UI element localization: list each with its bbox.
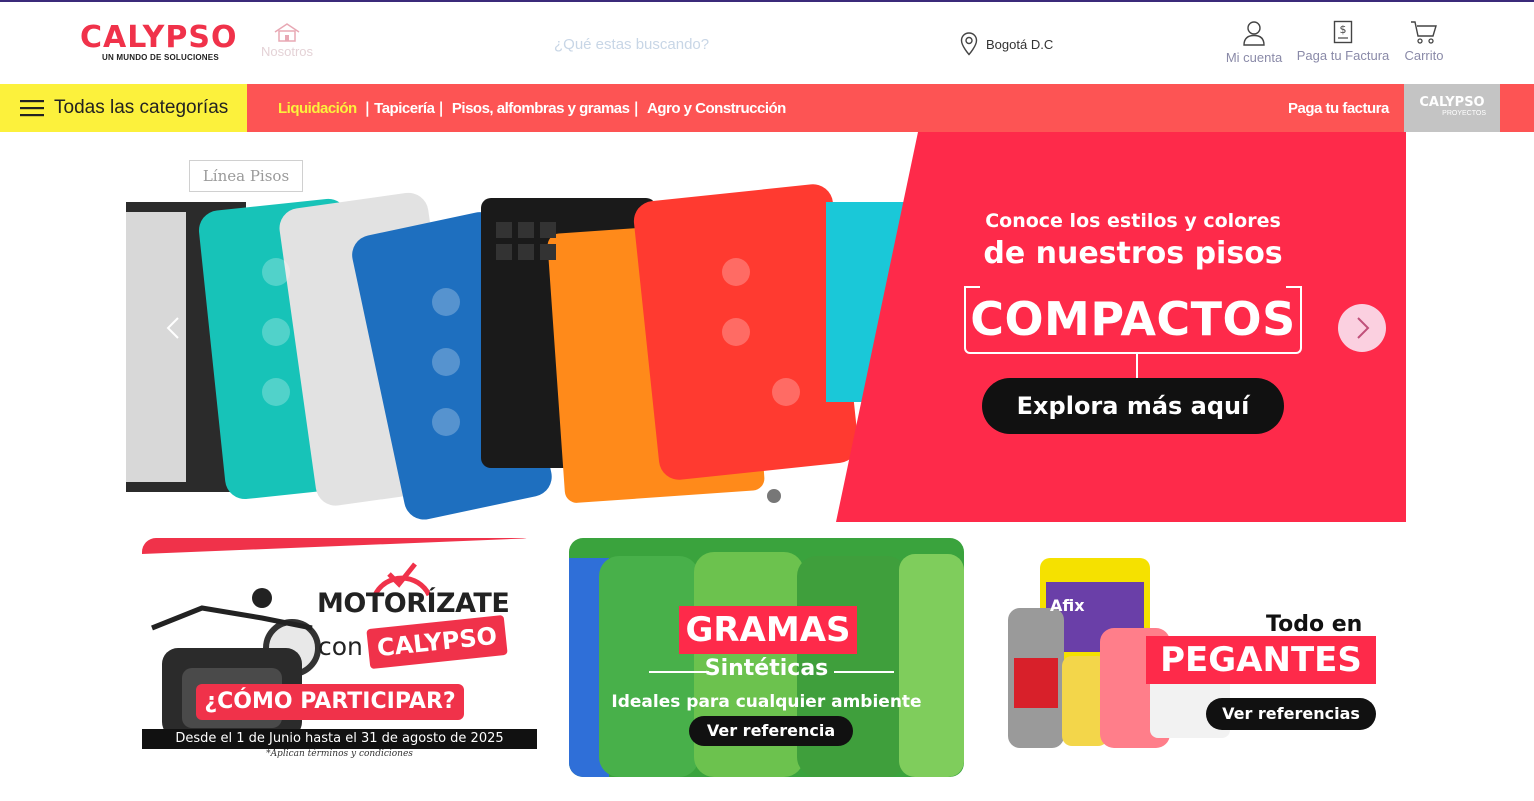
nav-separator: | (364, 99, 371, 117)
nav-link-agro[interactable]: Agro y Construcción (647, 100, 786, 117)
logo-wordmark: CALYPSO (80, 20, 238, 55)
pegantes-title: PEGANTES (1146, 636, 1376, 684)
chevron-right-icon (1357, 317, 1370, 339)
my-account-link[interactable]: Mi cuenta (1222, 20, 1286, 65)
hero-headline-1: Conoce los estilos y colores (985, 210, 1281, 232)
proyectos-sublabel: PROYECTOS (1442, 110, 1486, 117)
promo-card-gramas[interactable]: GRAMAS Sintéticas Ideales para cualquier… (569, 538, 964, 777)
category-navbar: Todas las categorías Liquidación | Tapic… (0, 84, 1534, 132)
site-header: CALYPSO UN MUNDO DE SOLUCIONES Nosotros … (0, 2, 1534, 84)
promo-card-motor[interactable]: MOTORÍZATE con CALYPSO ¿CÓMO PARTICIPAR?… (142, 538, 537, 777)
nav-links: Liquidación | Tapicería | Pisos, alfombr… (278, 84, 786, 132)
hero-banner[interactable]: Línea Pisos Conoce los estilos y colores… (126, 132, 1406, 522)
search-bar[interactable] (540, 30, 900, 58)
hero-category-tag: Línea Pisos (189, 160, 303, 192)
invoice-icon: $ (1333, 20, 1353, 44)
motor-brand-badge: CALYPSO (366, 614, 508, 670)
gramas-description: Ideales para cualquier ambiente (611, 692, 922, 712)
logo-tagline: UN MUNDO DE SOLUCIONES (102, 53, 219, 62)
carousel-dot[interactable] (767, 489, 781, 503)
all-categories-label: Todas las categorías (54, 97, 229, 118)
afix-brand-label: Afix (1050, 596, 1085, 615)
motor-con-label: con (318, 632, 363, 661)
nav-link-pisos[interactable]: Pisos, alfombras y gramas (452, 100, 630, 117)
motor-title: MOTORÍZATE (317, 588, 510, 619)
carousel-next-button[interactable] (1338, 304, 1386, 352)
motor-how-to-participate: ¿CÓMO PARTICIPAR? (196, 684, 464, 720)
hamburger-icon (20, 100, 44, 117)
nav-link-tapiceria[interactable]: Tapicería (374, 100, 435, 117)
chevron-left-icon (166, 317, 179, 339)
cart-label: Carrito (1404, 48, 1444, 63)
gramas-subtitle: Sintéticas (704, 656, 829, 681)
all-categories-button[interactable]: Todas las categorías (0, 84, 247, 132)
svg-text:$: $ (1340, 23, 1347, 36)
nosotros-label: Nosotros (260, 44, 314, 59)
nosotros-link[interactable]: Nosotros (258, 22, 316, 66)
hero-big-title: COMPACTOS (970, 292, 1296, 346)
nav-separator: | (438, 99, 444, 117)
cart-link[interactable]: Carrito (1398, 20, 1450, 63)
calypso-proyectos-link[interactable]: CALYPSO PROYECTOS (1404, 84, 1500, 132)
hero-headline-2: de nuestros pisos (983, 236, 1283, 271)
nav-link-liquidacion[interactable]: Liquidación (278, 100, 357, 117)
house-icon (274, 23, 300, 42)
nav-right: Paga tu factura (1288, 84, 1389, 132)
pay-invoice-label: Paga tu Factura (1296, 48, 1390, 63)
location-pin-icon (960, 32, 978, 56)
user-icon (1243, 21, 1265, 46)
pegantes-todo-label: Todo en (1266, 612, 1363, 637)
pay-invoice-nav-link[interactable]: Paga tu factura (1288, 100, 1389, 117)
promo-card-pegantes[interactable]: Afix Todo en PEGANTES Ver referencias (990, 538, 1390, 777)
motor-red-stripe (142, 538, 537, 554)
hero-frame-stem (1136, 354, 1138, 378)
gramas-title: GRAMAS (679, 606, 857, 654)
calypso-logo[interactable]: CALYPSO UN MUNDO DE SOLUCIONES (80, 22, 250, 66)
carousel-prev-button[interactable] (156, 308, 192, 348)
gramas-cta-button[interactable]: Ver referencia (689, 716, 853, 746)
pegantes-cta-button[interactable]: Ver referencias (1206, 698, 1376, 730)
location-selector[interactable]: Bogotá D.C (960, 30, 1053, 58)
hero-cta-button[interactable]: Explora más aquí (982, 378, 1284, 434)
proyectos-logo: CALYPSO (1419, 95, 1485, 110)
pay-invoice-link[interactable]: $ Paga tu Factura (1294, 20, 1392, 63)
my-account-label: Mi cuenta (1225, 50, 1283, 65)
motor-terms: *Aplican términos y condiciones (266, 749, 413, 759)
location-label: Bogotá D.C (986, 36, 1054, 52)
nav-separator: | (633, 99, 639, 117)
cart-icon (1411, 21, 1437, 44)
motor-dates: Desde el 1 de Junio hasta el 31 de agost… (142, 729, 537, 749)
search-input[interactable] (540, 30, 900, 58)
